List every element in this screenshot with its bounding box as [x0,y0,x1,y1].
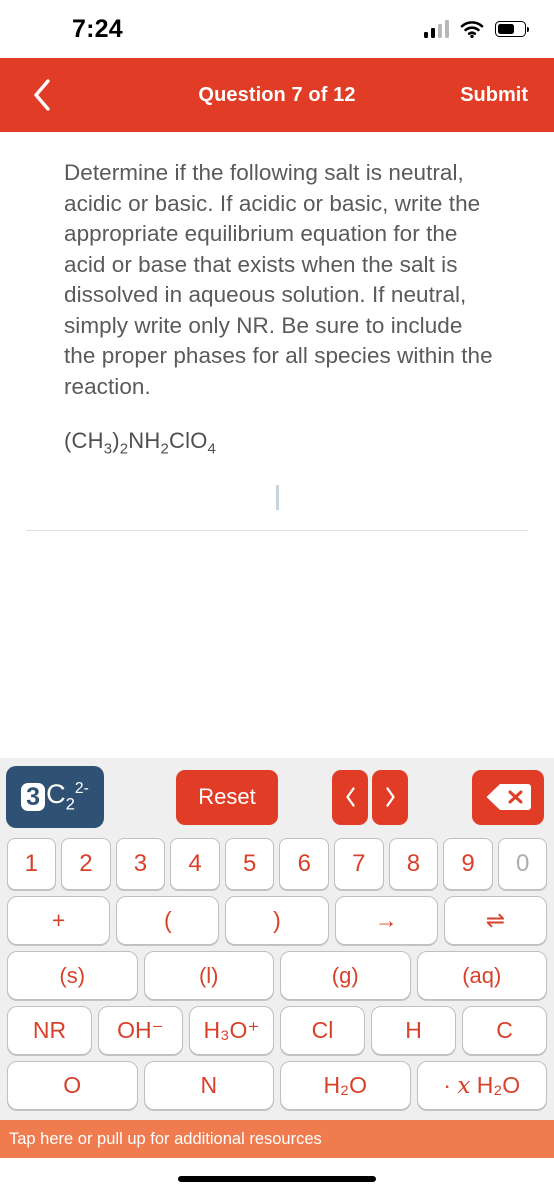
key-4[interactable]: 4 [170,838,220,890]
status-bar: 7:24 [0,0,554,58]
key-phase-solid[interactable]: (s) [7,951,138,1000]
reset-button[interactable]: Reset [176,769,278,825]
battery-icon [495,21,530,37]
keyboard-species-row: NR OH⁻ H₃O⁺ Cl H C [4,1006,550,1055]
key-hydrate-water[interactable]: · x H₂O [416,1061,547,1110]
coefficient-subscript-charge-key[interactable]: 3 C22- [6,766,104,828]
question-prompt: Determine if the following salt is neutr… [64,160,493,399]
key-phase-gas[interactable]: (g) [280,951,411,1000]
key-oxygen[interactable]: O [7,1061,138,1110]
answer-divider [26,530,528,532]
chevron-left-icon [345,787,355,807]
key-5[interactable]: 5 [224,838,275,890]
chemistry-keyboard: 3 C22- Reset 1 2 3 4 5 6 7 8 9 0 + () →… [0,758,554,1120]
cursor-arrow-group [332,769,408,825]
key-close-paren[interactable]: ) [225,896,329,945]
key-hydronium[interactable]: H₃O⁺ [189,1006,274,1055]
submit-button[interactable]: Submit [460,84,528,107]
cursor-left-button[interactable] [332,769,368,825]
key-6[interactable]: 6 [279,838,330,890]
key-carbon[interactable]: C [462,1006,547,1055]
additional-resources-bar[interactable]: Tap here or pull up for additional resou… [0,1120,554,1158]
keyboard-tools-row: 3 C22- Reset [4,766,550,828]
key-nitrogen[interactable]: N [143,1061,274,1110]
key-chlorine[interactable]: Cl [280,1006,365,1055]
key-9[interactable]: 9 [443,838,493,890]
key-reaction-arrow[interactable]: → [334,896,438,945]
key-2[interactable]: 2 [61,838,111,890]
key-1[interactable]: 1 [6,838,57,890]
cursor-right-button[interactable] [372,769,408,825]
coefficient-formula-preview: C22- [46,779,89,814]
key-8[interactable]: 8 [388,838,439,890]
key-phase-liquid[interactable]: (l) [143,951,274,1000]
keyboard-element-row: O N H₂O · x H₂O [4,1061,550,1110]
key-open-paren[interactable]: ( [116,896,220,945]
home-indicator[interactable] [178,1176,376,1182]
answer-input-area[interactable] [26,465,528,535]
app-root: 7:24 Question 7 of 12 Submit Determine i… [0,0,554,1200]
keyboard-operator-row: + ( ) → ⇌ [4,896,550,945]
key-7[interactable]: 7 [334,838,384,890]
backspace-button[interactable] [472,769,544,825]
key-3[interactable]: 3 [115,838,166,890]
question-formula: (CH3)2NH2ClO4 [64,428,217,458]
backspace-icon [486,784,531,810]
chevron-right-icon [385,787,395,807]
wifi-icon [460,21,484,38]
key-hydrogen[interactable]: H [371,1006,456,1055]
coefficient-value: 3 [21,782,46,812]
key-plus[interactable]: + [7,896,111,945]
nav-bar: Question 7 of 12 Submit [0,58,554,132]
cellular-signal-icon [423,20,449,38]
hydrate-water-label: H₂O [470,1072,521,1098]
back-button[interactable] [22,75,62,115]
key-nr[interactable]: NR [7,1006,92,1055]
keyboard-phase-row: (s) (l) (g) (aq) [4,951,550,1000]
status-indicators [423,20,530,38]
hydrate-dot: · [443,1072,458,1098]
chevron-left-icon [34,79,50,111]
question-body: Determine if the following salt is neutr… [0,132,554,758]
key-equilibrium-arrow[interactable]: ⇌ [443,896,548,945]
hydrate-x: x [457,1072,471,1099]
status-time: 7:24 [72,14,123,43]
key-water[interactable]: H₂O [280,1061,411,1110]
key-hydroxide[interactable]: OH⁻ [98,1006,183,1055]
home-indicator-area [0,1158,554,1200]
text-caret [276,485,279,511]
key-0: 0 [497,838,548,890]
keyboard-number-row: 1 2 3 4 5 6 7 8 9 0 [4,838,550,890]
key-phase-aqueous[interactable]: (aq) [416,951,547,1000]
